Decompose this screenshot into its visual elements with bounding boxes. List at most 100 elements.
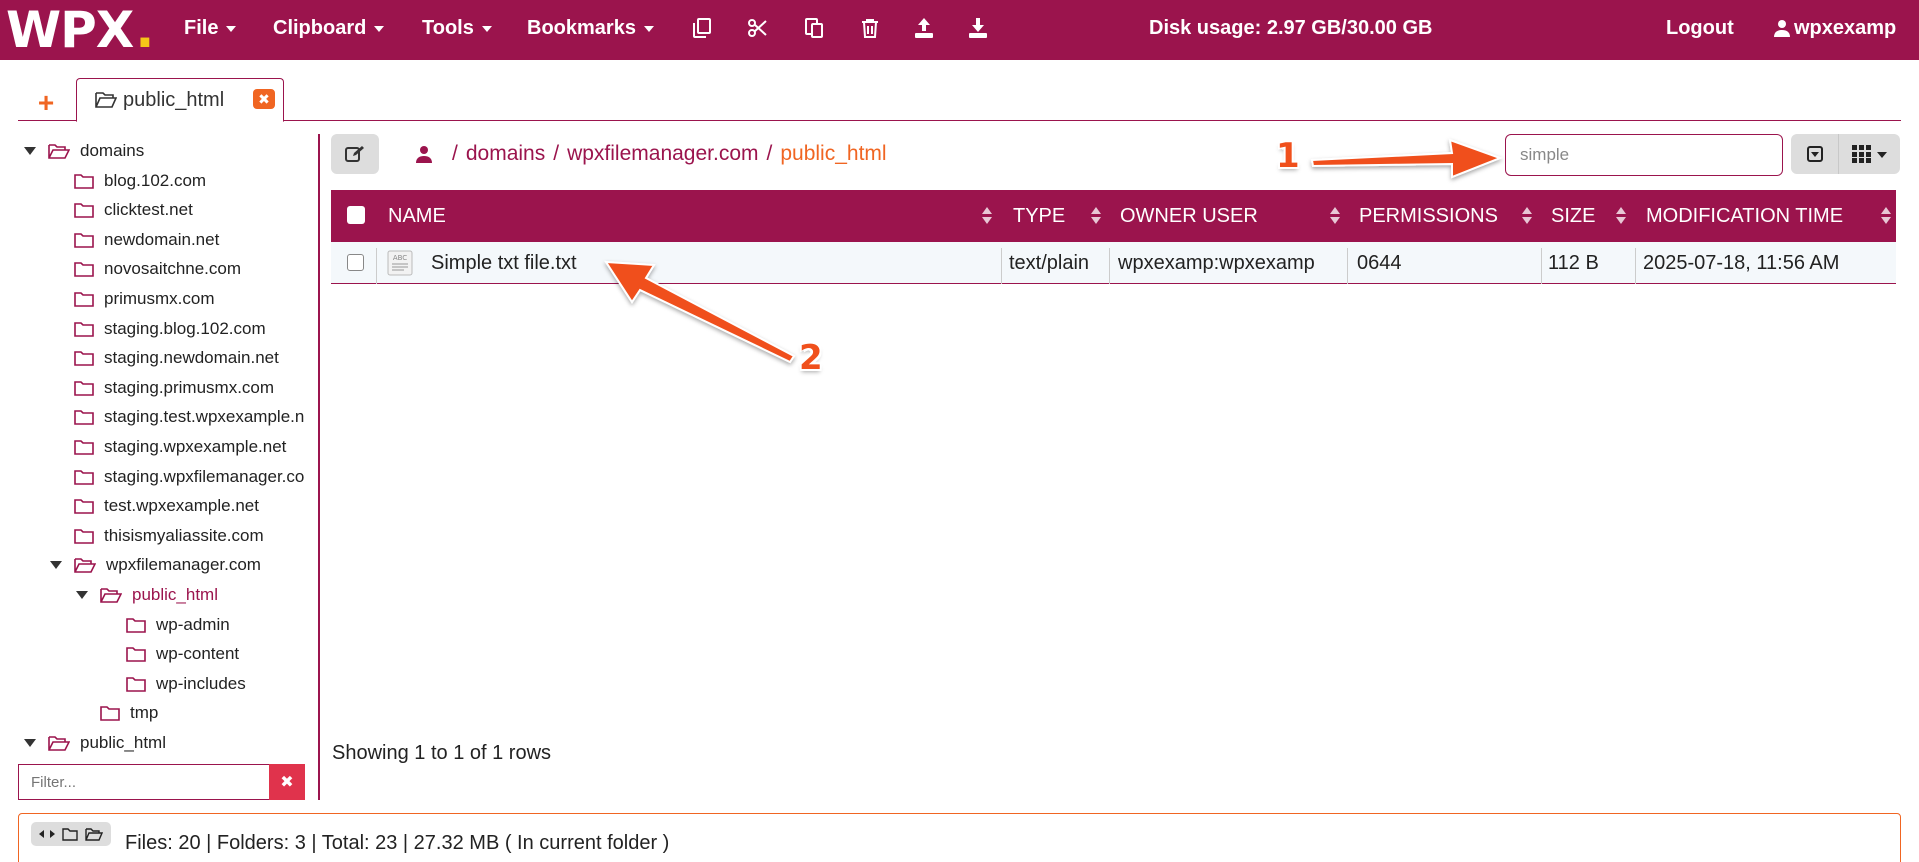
close-tab-icon[interactable]: ✖ <box>253 89 275 109</box>
tree-item-label: thisismyaliassite.com <box>104 525 264 545</box>
add-tab-button[interactable]: + <box>18 85 74 121</box>
cut-icon[interactable] <box>746 16 770 40</box>
tree-filter: ✖ <box>18 764 305 800</box>
tree-filter-input[interactable] <box>18 764 269 800</box>
column-header-modified[interactable]: MODIFICATION TIME <box>1646 190 1843 242</box>
clear-filter-icon[interactable]: ✖ <box>269 764 305 800</box>
tree-item[interactable]: domains <box>24 138 144 164</box>
tree-item[interactable]: newdomain.net <box>74 227 219 253</box>
column-header-name[interactable]: NAME <box>388 190 446 242</box>
sort-icon[interactable] <box>1881 207 1891 225</box>
tree-item-label: primusmx.com <box>104 289 215 308</box>
breadcrumb-separator: / <box>452 142 458 165</box>
sort-icon[interactable] <box>1522 207 1532 225</box>
folder-open-icon <box>100 587 132 603</box>
menu-clipboard[interactable]: Clipboard <box>273 0 385 56</box>
column-header-permissions[interactable]: PERMISSIONS <box>1359 190 1498 242</box>
expand-arrow-icon[interactable] <box>24 739 36 747</box>
column-header-owner[interactable]: OWNER USER <box>1120 190 1258 242</box>
annotation-label-2: 2 <box>799 338 823 378</box>
folder-open-icon[interactable] <box>85 827 104 841</box>
tree-item[interactable]: wp-content <box>126 641 239 667</box>
top-bar: WPX. File Clipboard Tools Bookmarks Disk… <box>0 0 1919 60</box>
row-checkbox[interactable] <box>347 254 364 271</box>
tree-item-label: clicktest.net <box>104 200 193 220</box>
trash-icon[interactable] <box>858 16 882 40</box>
annotation-label-1: 1 <box>1276 136 1300 176</box>
file-name[interactable]: Simple txt file.txt <box>431 242 577 284</box>
wpx-logo[interactable]: WPX. <box>6 0 154 60</box>
tree-item[interactable]: wp-includes <box>126 671 246 697</box>
paste-icon[interactable] <box>802 16 826 40</box>
tree-item[interactable]: staging.wpxexample.net <box>74 434 286 460</box>
folder-icon <box>74 409 104 426</box>
column-header-size[interactable]: SIZE <box>1551 190 1595 242</box>
chevron-down-icon <box>481 26 492 32</box>
breadcrumb-separator: / <box>553 142 560 165</box>
expand-arrow-icon[interactable] <box>76 591 88 599</box>
folder-icon <box>74 469 104 485</box>
tab-public-html[interactable]: public_html ✖ <box>76 78 284 122</box>
tree-item[interactable]: wp-admin <box>126 612 230 638</box>
menu-file-label: File <box>184 16 219 39</box>
footer-controls <box>31 822 111 846</box>
grid-icon <box>1852 145 1871 163</box>
tree-item[interactable]: staging.blog.102.com <box>74 316 266 342</box>
breadcrumb-domains[interactable]: domains <box>466 142 545 166</box>
breadcrumb-wpxfilemanager[interactable]: wpxfilemanager.com <box>567 142 758 166</box>
tree-item-label: staging.newdomain.net <box>104 348 279 368</box>
column-header-type[interactable]: TYPE <box>1013 190 1065 242</box>
edit-button[interactable] <box>331 134 379 174</box>
logo-dot: . <box>135 1 154 59</box>
menu-file[interactable]: File <box>184 0 237 56</box>
columns-menu-button[interactable] <box>1839 134 1900 174</box>
breadcrumb: / domains / wpxfilemanager.com / public_… <box>416 134 887 174</box>
tree-item[interactable]: novosaitchne.com <box>74 256 241 282</box>
user-menu[interactable]: wpxexamp <box>1774 0 1896 56</box>
resize-icon[interactable] <box>38 829 55 839</box>
sort-icon[interactable] <box>1091 207 1101 225</box>
tree-item[interactable]: staging.newdomain.net <box>74 345 279 371</box>
expand-arrow-icon[interactable] <box>50 561 62 570</box>
tree-item[interactable]: clicktest.net <box>74 197 193 223</box>
sort-icon[interactable] <box>1330 207 1340 225</box>
table-header: NAME TYPE OWNER USER PERMISSIONS SIZE MO… <box>331 190 1896 242</box>
column-divider <box>1635 248 1636 284</box>
tree-item[interactable]: primusmx.com <box>74 286 215 312</box>
toggle-view-button[interactable] <box>1791 134 1839 174</box>
panel-divider[interactable] <box>318 134 320 800</box>
view-controls <box>1791 134 1900 174</box>
download-icon[interactable] <box>966 16 990 40</box>
search-input[interactable] <box>1505 134 1783 176</box>
folder-icon <box>126 676 156 692</box>
tree-item[interactable]: public_html <box>76 582 218 608</box>
tree-item-label: novosaitchne.com <box>104 259 242 279</box>
tree-item[interactable]: wpxfilemanager.com <box>50 552 261 578</box>
tree-item[interactable]: tmp <box>100 700 158 726</box>
copy-icon[interactable] <box>690 16 714 40</box>
tree-item-label: staging.wpxexample.net <box>104 437 287 456</box>
menu-bookmarks[interactable]: Bookmarks <box>527 0 654 56</box>
tree-item[interactable]: staging.test.wpxexample.net <box>74 404 305 430</box>
select-all-checkbox[interactable] <box>347 206 365 224</box>
expand-arrow-icon[interactable] <box>24 147 36 155</box>
folder-icon <box>100 705 130 722</box>
tree-item[interactable]: test.wpxexample.net <box>74 493 259 519</box>
tree-item[interactable]: staging.wpxfilemanager.com <box>74 464 305 490</box>
sort-icon[interactable] <box>1616 207 1626 225</box>
upload-icon[interactable] <box>912 16 936 40</box>
tree-item[interactable]: blog.102.com <box>74 168 206 194</box>
table-row[interactable]: ABC Simple txt file.txt text/plain wpxex… <box>331 242 1896 284</box>
logout-link[interactable]: Logout <box>1666 0 1734 56</box>
tree-item-label: test.wpxexample.net <box>104 496 259 516</box>
folder-icon <box>74 291 104 307</box>
tree-item[interactable]: public_html <box>24 730 166 752</box>
folder-icon[interactable] <box>62 827 78 841</box>
user-home-icon[interactable] <box>416 145 432 163</box>
menu-tools[interactable]: Tools <box>422 0 492 56</box>
folder-icon <box>74 202 104 218</box>
sort-icon[interactable] <box>982 207 992 225</box>
tree-item[interactable]: thisismyaliassite.com <box>74 523 264 549</box>
tree-item[interactable]: staging.primusmx.com <box>74 375 274 401</box>
folder-icon <box>126 646 156 662</box>
